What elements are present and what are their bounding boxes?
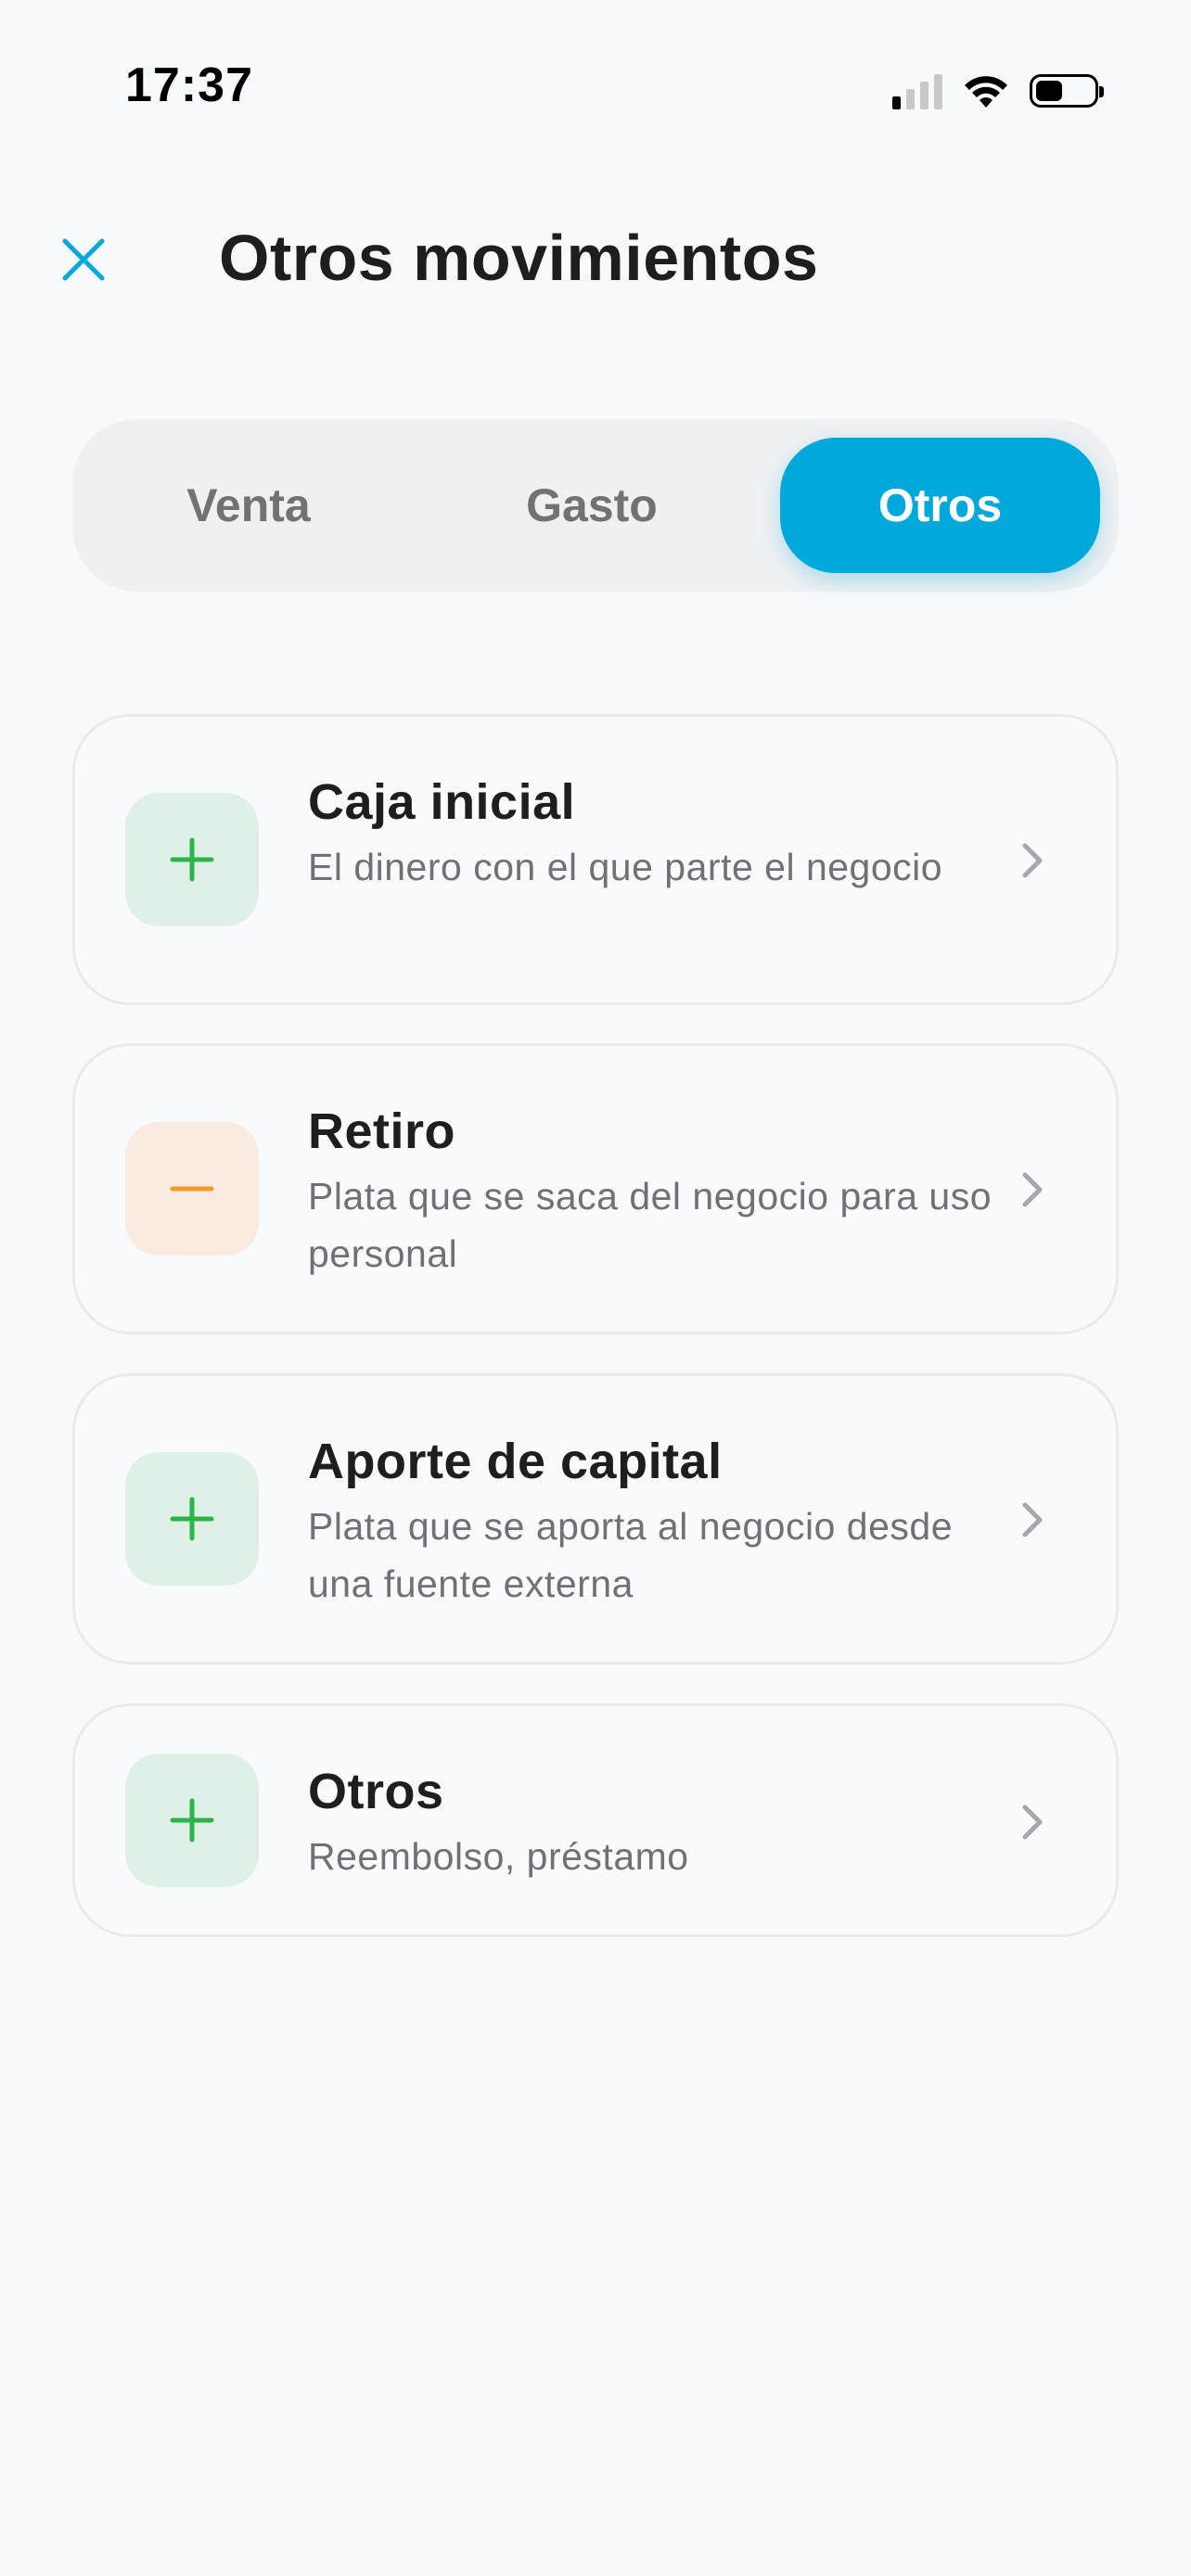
close-button[interactable] bbox=[51, 227, 116, 292]
option-aporte-de-capital[interactable]: Aporte de capital Plata que se aporta al… bbox=[72, 1373, 1119, 1664]
battery-icon bbox=[1030, 74, 1104, 108]
close-icon bbox=[62, 238, 105, 281]
option-title: Otros bbox=[308, 1764, 444, 1819]
status-bar: 17:37 bbox=[0, 0, 1191, 176]
tab-venta[interactable]: Venta bbox=[91, 438, 406, 573]
wifi-icon bbox=[965, 76, 1007, 108]
option-otros[interactable]: Otros Reembolso, préstamo bbox=[72, 1703, 1119, 1937]
option-title: Aporte de capital bbox=[308, 1434, 723, 1489]
movement-type-tabs: Venta Gasto Otros bbox=[72, 419, 1119, 592]
status-time: 17:37 bbox=[125, 58, 253, 112]
plus-icon bbox=[170, 837, 214, 882]
option-description: Plata que se aporta al negocio desde una… bbox=[308, 1505, 954, 1605]
option-description: Plata que se saca del negocio para uso p… bbox=[308, 1175, 992, 1275]
option-description: Reembolso, préstamo bbox=[308, 1835, 689, 1878]
page-title: Otros movimientos bbox=[219, 222, 819, 294]
option-retiro[interactable]: Retiro Plata que se saca del negocio par… bbox=[72, 1043, 1119, 1334]
option-description: El dinero con el que parte el negocio bbox=[308, 846, 943, 888]
chevron-right-icon bbox=[1014, 1799, 1051, 1845]
option-text: Retiro Plata que se saca del negocio par… bbox=[308, 1099, 1005, 1282]
chevron-right-icon bbox=[1014, 1497, 1051, 1543]
option-text: Caja inicial El dinero con el que parte … bbox=[308, 770, 1005, 896]
plus-icon-box bbox=[125, 793, 259, 926]
plus-icon bbox=[170, 1497, 214, 1541]
status-icons bbox=[892, 65, 1104, 109]
tab-gasto[interactable]: Gasto bbox=[434, 438, 749, 573]
plus-icon bbox=[170, 1798, 214, 1843]
minus-icon bbox=[170, 1186, 214, 1192]
chevron-right-icon bbox=[1014, 837, 1051, 884]
cellular-signal-icon bbox=[892, 72, 942, 109]
option-text: Otros Reembolso, préstamo bbox=[308, 1759, 1005, 1885]
plus-icon-box bbox=[125, 1452, 259, 1586]
minus-icon-box bbox=[125, 1122, 259, 1256]
chevron-right-icon bbox=[1014, 1167, 1051, 1213]
option-caja-inicial[interactable]: Caja inicial El dinero con el que parte … bbox=[72, 714, 1119, 1005]
option-title: Caja inicial bbox=[308, 774, 576, 830]
option-text: Aporte de capital Plata que se aporta al… bbox=[308, 1429, 1005, 1613]
tab-otros[interactable]: Otros bbox=[780, 438, 1100, 573]
plus-icon-box bbox=[125, 1753, 259, 1887]
option-title: Retiro bbox=[308, 1103, 456, 1159]
